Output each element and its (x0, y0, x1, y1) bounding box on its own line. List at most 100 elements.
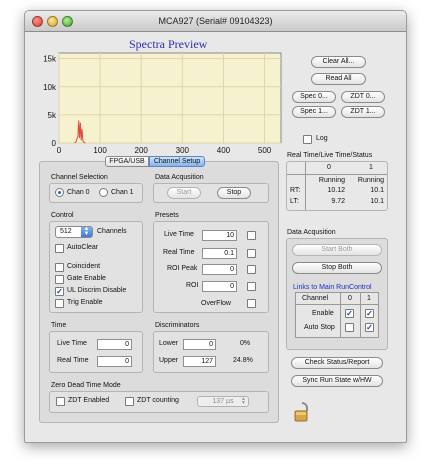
lock-icon[interactable] (293, 401, 311, 423)
check-status-button[interactable]: Check Status/Report (291, 357, 383, 369)
overflow-label: OverFlow (201, 300, 231, 307)
status-running0: Running (318, 177, 345, 184)
enable1-checkbox[interactable]: ✓ (365, 309, 374, 318)
rt-value0: 10.12 (327, 187, 345, 194)
zdt-title: Zero Dead Time Mode (51, 382, 121, 389)
upper-label: Upper (159, 357, 179, 364)
data-acq-left-title: Data Acqusition (155, 174, 204, 181)
trig-enable-label: Trig Enable (67, 299, 103, 306)
stop-both-button[interactable]: Stop Both (292, 262, 382, 274)
close-window-button[interactable] (32, 16, 43, 27)
sync-run-state-button[interactable]: Sync Run State w/HW (291, 375, 383, 387)
y-tick-label: 5k (48, 111, 57, 120)
zoom-window-button[interactable] (62, 16, 73, 27)
autostop-label: Auto Stop (304, 324, 335, 331)
autoclear-label: AutoClear (67, 244, 99, 251)
presets-title: Presets (155, 212, 179, 219)
preset-roi-peak-label: ROI Peak (167, 265, 198, 272)
time-real-field: 0 (97, 356, 132, 367)
chan1-radio[interactable] (99, 188, 108, 197)
trig-enable-checkbox[interactable] (55, 299, 64, 308)
zdt1-button[interactable]: ZDT 1... (341, 106, 385, 118)
preset-real-time-checkbox[interactable] (247, 249, 256, 258)
coincident-checkbox[interactable] (55, 263, 64, 272)
channel-col-label: Channel (302, 295, 329, 302)
x-tick-label: 200 (135, 146, 149, 155)
lower-field[interactable]: 0 (183, 339, 216, 350)
read-all-button[interactable]: Read All (311, 73, 366, 85)
spec1-button[interactable]: Spec 1... (292, 106, 336, 118)
coincident-label: Coincident (67, 263, 101, 270)
enable0-checkbox[interactable]: ✓ (345, 309, 354, 318)
clear-all-button[interactable]: Clear All... (311, 56, 366, 68)
spectra-chart: 15k10k5k00 100 200 300 400 500 (43, 52, 282, 155)
lt-label: LT: (290, 198, 299, 205)
channel-selection-title: Channel Selection (51, 174, 108, 181)
spectra-title: Spectra Preview (129, 37, 208, 51)
ul-discrim-checkbox[interactable]: ✓ (55, 287, 64, 296)
lt-value1: 10.1 (370, 198, 384, 205)
start-both-button[interactable]: Start Both (292, 244, 382, 256)
tab-channel-setup[interactable]: Channel Setup (149, 156, 205, 167)
upper-field[interactable]: 127 (183, 356, 216, 367)
lower-percent: 0% (240, 340, 251, 347)
minimize-window-button[interactable] (47, 16, 58, 27)
zdt-enabled-checkbox[interactable] (56, 397, 65, 406)
status-col0-header: 0 (327, 164, 331, 171)
preset-roi-checkbox[interactable] (247, 282, 256, 291)
ul-discrim-label: UL Discrim Disable (67, 287, 127, 294)
chan0-radio[interactable] (55, 188, 64, 197)
lower-label: Lower (159, 340, 179, 347)
x-tick-label: 300 (176, 146, 190, 155)
gate-enable-label: Gate Enable (67, 275, 106, 282)
log-label: Log (316, 135, 328, 142)
time-title: Time (51, 322, 67, 329)
zdt0-button[interactable]: ZDT 0... (341, 91, 385, 103)
rt-value1: 10.1 (370, 187, 384, 194)
preset-live-time-checkbox[interactable] (247, 231, 256, 240)
y-tick-label: 10k (43, 83, 57, 92)
enable-label: Enable (312, 310, 334, 317)
channel-col0: 0 (348, 295, 352, 302)
start-button[interactable]: Start (167, 187, 201, 199)
channels-select-value: 512 (60, 228, 72, 235)
rt-label: RT: (290, 187, 301, 194)
plot-area (58, 52, 282, 144)
preset-live-time-label: Live Time (164, 231, 194, 238)
chan0-label: Chan 0 (67, 189, 90, 196)
stop-button[interactable]: Stop (217, 187, 251, 199)
log-checkbox[interactable] (303, 135, 312, 144)
status-title: Real Time/Live Time/Status (287, 152, 373, 159)
status-running1: Running (357, 177, 384, 184)
preset-roi-field[interactable]: 0 (202, 281, 237, 292)
preset-live-time-field[interactable]: 10 (202, 230, 237, 241)
y-tick-label: 15k (43, 55, 57, 64)
autoclear-checkbox[interactable] (55, 244, 64, 253)
status-col1-header: 1 (369, 164, 373, 171)
overflow-checkbox[interactable] (247, 299, 256, 308)
channel-col1: 1 (367, 295, 371, 302)
spec0-button[interactable]: Spec 0... (292, 91, 336, 103)
links-label: Links to Main RunControl (293, 284, 372, 291)
preset-real-time-field[interactable]: 0.1 (202, 248, 237, 259)
time-live-field: 0 (97, 339, 132, 350)
upper-percent: 24.8% (233, 357, 253, 364)
zdt-enabled-label: ZDT Enabled (68, 397, 110, 404)
zdt-counting-checkbox[interactable] (125, 397, 134, 406)
zdt-interval-select[interactable]: 137 µs ▲ ▼ (197, 396, 249, 407)
lt-value0: 9.72 (331, 198, 345, 205)
time-real-label: Real Time (57, 357, 89, 364)
tab-fpga-usb[interactable]: FPGA/USB (105, 156, 149, 167)
x-tick-label: 100 (93, 146, 107, 155)
autostop0-checkbox[interactable] (345, 323, 354, 332)
preset-roi-peak-field[interactable]: 0 (202, 264, 237, 275)
time-live-label: Live Time (57, 340, 87, 347)
zdt-interval-value: 137 µs (212, 398, 234, 405)
preset-roi-peak-checkbox[interactable] (247, 265, 256, 274)
autostop1-checkbox[interactable]: ✓ (365, 323, 374, 332)
mca-window: MCA927 (Serial# 09104323) Spectra Previe… (24, 10, 407, 443)
zdt-counting-label: ZDT counting (137, 397, 179, 404)
channels-select[interactable]: 512 ▲ ▼ (55, 226, 93, 238)
gate-enable-checkbox[interactable] (55, 275, 64, 284)
stepper-arrows-icon: ▲ ▼ (81, 226, 92, 237)
